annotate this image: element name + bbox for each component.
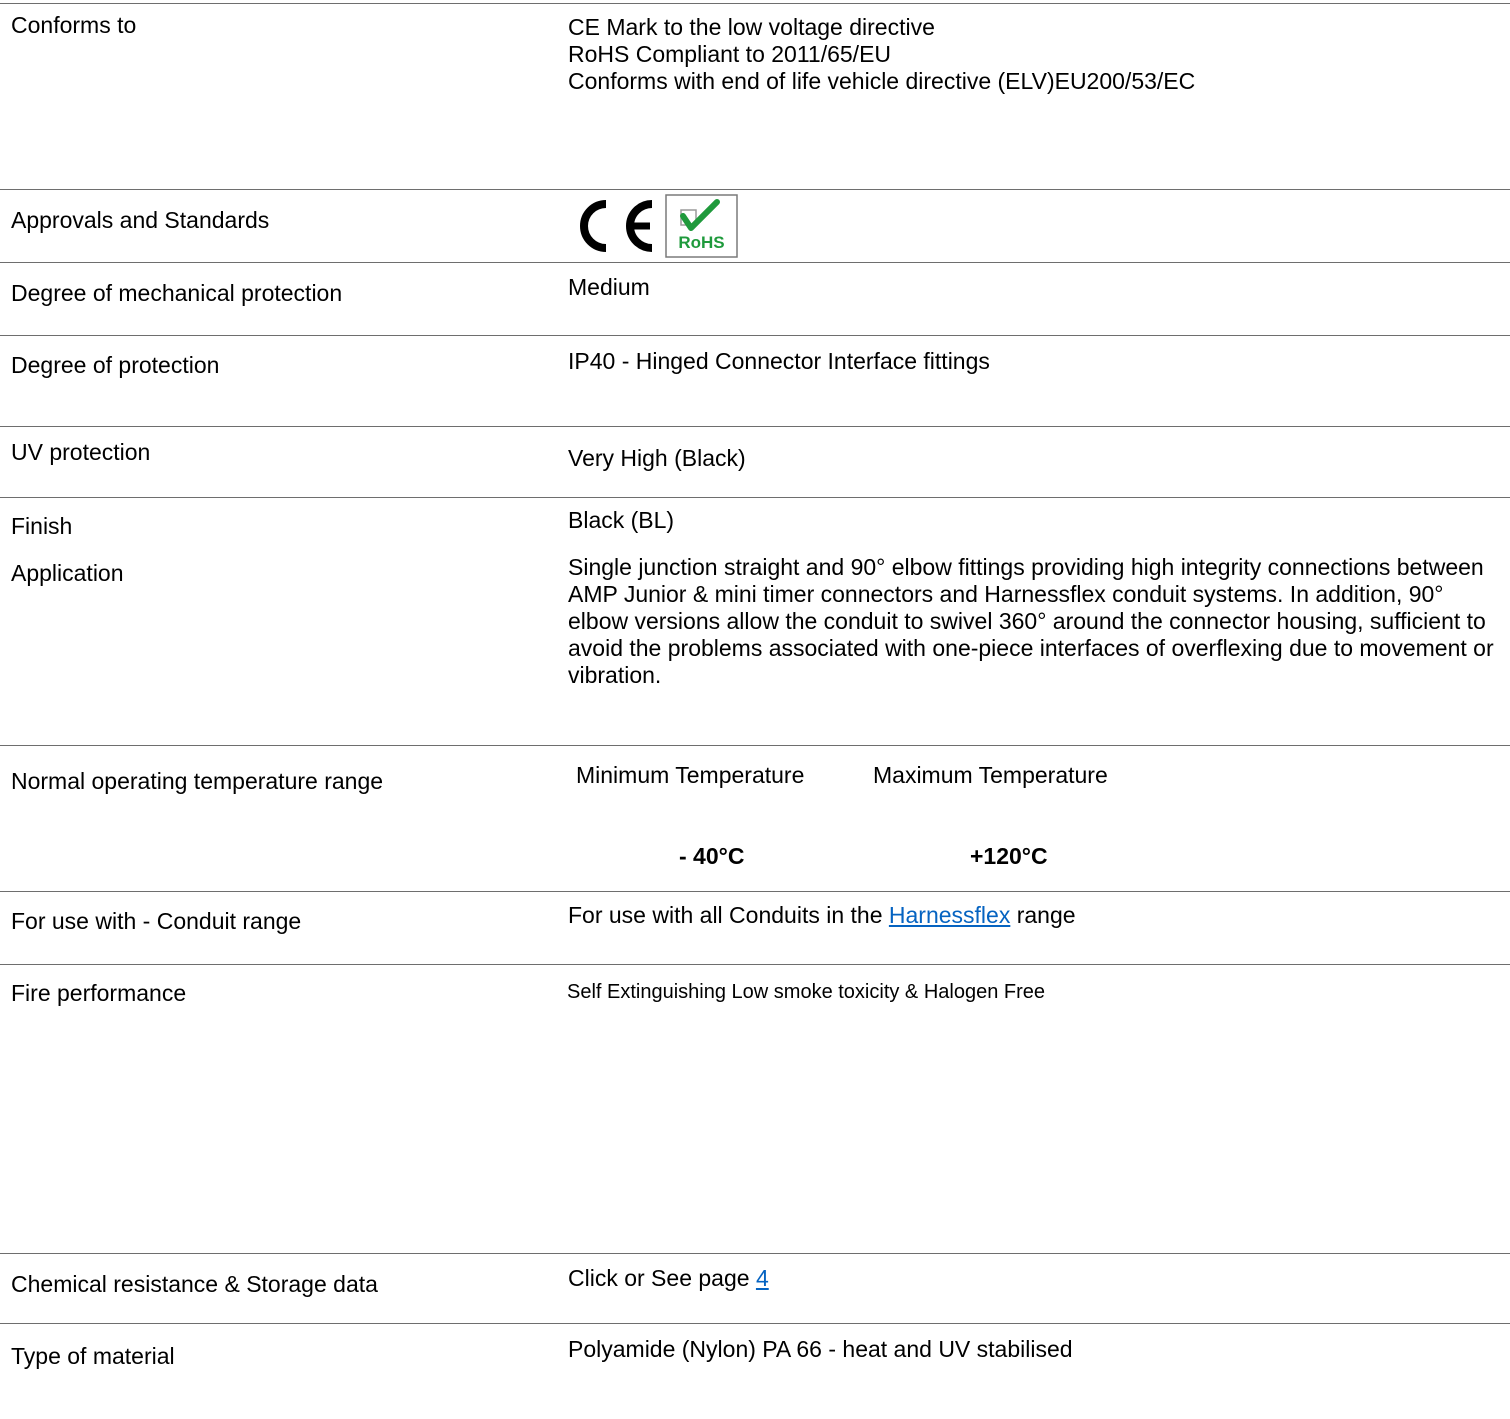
material-type-value: Polyamide (Nylon) PA 66 - heat and UV st…: [568, 1336, 1073, 1362]
row-divider: [0, 745, 1510, 746]
chemical-resistance-prefix: Click or See page: [568, 1265, 756, 1291]
conforms-to-label: Conforms to: [11, 12, 137, 38]
rohs-mark-icon: RoHS: [665, 194, 738, 258]
conduit-range-suffix: range: [1010, 902, 1076, 928]
row-divider: [0, 1323, 1510, 1324]
temperature-range-label: Normal operating temperature range: [11, 768, 384, 794]
material-type-label: Type of material: [11, 1343, 175, 1369]
conforms-to-value: CE Mark to the low voltage directive RoH…: [568, 14, 1195, 95]
finish-value: Black (BL): [568, 507, 675, 533]
conforms-line: RoHS Compliant to 2011/65/EU: [568, 41, 892, 67]
application-value: Single junction straight and 90° elbow f…: [568, 554, 1494, 688]
row-divider: [0, 497, 1510, 498]
conduit-range-label: For use with - Conduit range: [11, 908, 302, 934]
max-temperature-heading: Maximum Temperature: [873, 762, 1108, 788]
mechanical-protection-value: Medium: [568, 274, 650, 300]
rohs-text: RoHS: [678, 233, 724, 252]
conforms-line: CE Mark to the low voltage directive: [568, 14, 935, 40]
uv-protection-value: Very High (Black): [568, 445, 746, 471]
row-divider: [0, 964, 1510, 965]
degree-of-protection-value: IP40 - Hinged Connector Interface fittin…: [568, 348, 990, 374]
row-divider: [0, 1253, 1510, 1254]
ce-mark-icon: [580, 200, 653, 252]
min-temperature-heading: Minimum Temperature: [576, 762, 805, 788]
conduit-range-value: For use with all Conduits in the Harness…: [568, 902, 1076, 929]
conforms-line: Conforms with end of life vehicle direct…: [568, 68, 1196, 94]
degree-of-protection-label: Degree of protection: [11, 352, 220, 378]
chemical-resistance-label: Chemical resistance & Storage data: [11, 1271, 378, 1297]
row-divider: [0, 262, 1510, 263]
chemical-resistance-value: Click or See page 4: [568, 1265, 769, 1292]
min-temperature-value: - 40°C: [679, 843, 745, 869]
row-divider: [0, 189, 1510, 190]
finish-label: Finish: [11, 513, 73, 539]
approvals-label: Approvals and Standards: [11, 207, 270, 233]
fire-performance-value: Self Extinguishing Low smoke toxicity & …: [567, 981, 1046, 1003]
conduit-range-prefix: For use with all Conduits in the: [568, 902, 889, 928]
row-divider: [0, 335, 1510, 336]
mechanical-protection-label: Degree of mechanical protection: [11, 280, 343, 306]
application-label: Application: [11, 560, 124, 586]
spec-sheet: Conforms to CE Mark to the low voltage d…: [0, 0, 1510, 1419]
page-4-link[interactable]: 4: [756, 1265, 769, 1291]
row-divider: [0, 891, 1510, 892]
row-divider: [0, 426, 1510, 427]
harnessflex-link[interactable]: Harnessflex: [889, 902, 1010, 928]
max-temperature-value: +120°C: [970, 843, 1048, 869]
fire-performance-label: Fire performance: [11, 980, 187, 1006]
uv-protection-label: UV protection: [11, 439, 151, 465]
row-divider: [0, 3, 1510, 4]
